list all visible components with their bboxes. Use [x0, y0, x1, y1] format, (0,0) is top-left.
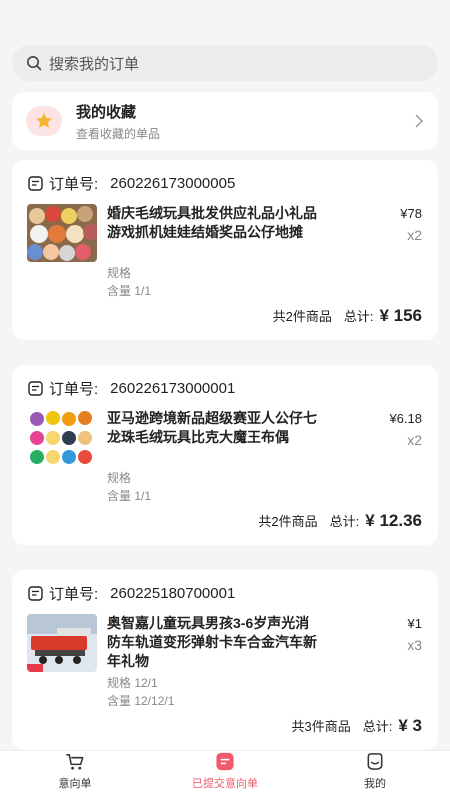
submitted-list-icon	[216, 752, 234, 771]
product-name: 亚马逊跨境新品超级赛亚人公仔七龙珠毛绒玩具比克大魔王布偶	[107, 410, 317, 445]
total-label: 总计:	[329, 514, 360, 529]
search-icon	[27, 56, 42, 71]
product-spec: 规格	[107, 266, 132, 280]
product-content: 含量 1/1	[107, 284, 152, 298]
product-image	[27, 614, 97, 672]
favorites-title: 我的收藏	[76, 103, 137, 121]
order-header: 订单号: 260225180700001	[28, 583, 235, 604]
tab-mine-label: 我的	[364, 778, 386, 790]
order-number: 260226173000005	[110, 175, 236, 192]
total-amount: ¥ 12.36	[365, 511, 422, 530]
order-doc-icon	[28, 586, 43, 601]
cart-icon	[66, 754, 84, 770]
favorites-card[interactable]: 我的收藏 查看收藏的单品	[12, 92, 438, 150]
order-total-row: 共3件商品 总计: ¥ 3	[292, 716, 423, 736]
order-card[interactable]: 订单号: 260226173000005 婚庆毛绒玩具批发供应礼品小礼品游戏抓机…	[12, 160, 438, 340]
total-label: 总计:	[343, 309, 374, 324]
product-quantity: x3	[407, 637, 422, 653]
tab-intent-list-label: 意向单	[58, 778, 92, 790]
order-card[interactable]: 订单号: 260226173000001 亚马逊跨境新品超级赛亚人公仔七龙珠毛绒…	[12, 365, 438, 545]
product-quantity: x2	[407, 432, 422, 448]
order-total-row: 共2件商品 总计: ¥ 12.36	[258, 511, 422, 531]
order-number-label: 订单号:	[49, 381, 99, 398]
profile-face-icon	[367, 753, 383, 770]
product-image	[27, 204, 97, 262]
product-image	[27, 409, 97, 467]
star-icon	[36, 112, 52, 128]
chevron-right-icon	[415, 114, 424, 128]
bottom-tab-bar: 意向单 已提交意向单 我的	[0, 750, 450, 800]
order-number: 260226173000001	[110, 380, 236, 397]
product-content: 含量 1/1	[107, 489, 152, 503]
order-doc-icon	[28, 381, 43, 396]
item-count: 共2件商品	[258, 514, 318, 529]
product-name: 婚庆毛绒玩具批发供应礼品小礼品游戏抓机娃娃结婚奖品公仔地摊	[107, 205, 317, 240]
order-header: 订单号: 260226173000005	[28, 173, 235, 194]
search-bar[interactable]: 搜索我的订单	[12, 45, 438, 81]
tab-submitted[interactable]: 已提交意向单	[150, 751, 300, 800]
product-price: ¥78	[400, 206, 422, 221]
total-amount: ¥ 3	[398, 716, 422, 735]
order-number: 260225180700001	[110, 585, 236, 602]
total-label: 总计:	[362, 719, 393, 734]
product-spec: 规格	[107, 471, 132, 485]
item-count: 共3件商品	[291, 719, 351, 734]
order-number-label: 订单号:	[49, 176, 99, 193]
order-header: 订单号: 260226173000001	[28, 378, 235, 399]
tab-submitted-label: 已提交意向单	[192, 778, 258, 790]
product-price: ¥6.18	[389, 411, 422, 426]
item-count: 共2件商品	[272, 309, 332, 324]
tab-intent-list[interactable]: 意向单	[0, 751, 150, 800]
order-doc-icon	[28, 176, 43, 191]
product-content: 含量 12/12/1	[107, 694, 175, 708]
product-price: ¥1	[407, 616, 422, 631]
favorites-badge	[26, 106, 62, 136]
order-card[interactable]: 订单号: 260225180700001 奥智嘉儿童玩具男孩3-6岁声光消防车轨…	[12, 570, 438, 750]
product-quantity: x2	[407, 227, 422, 243]
order-total-row: 共2件商品 总计: ¥ 156	[273, 306, 422, 326]
total-amount: ¥ 156	[379, 306, 422, 325]
favorites-subtitle: 查看收藏的单品	[76, 126, 161, 141]
product-spec: 规格 12/1	[107, 676, 158, 690]
search-placeholder[interactable]: 搜索我的订单	[49, 53, 139, 74]
product-name: 奥智嘉儿童玩具男孩3-6岁声光消防车轨道变形弹射卡车合金汽车新年礼物	[107, 615, 317, 669]
order-number-label: 订单号:	[49, 586, 99, 603]
tab-mine[interactable]: 我的	[300, 751, 450, 800]
